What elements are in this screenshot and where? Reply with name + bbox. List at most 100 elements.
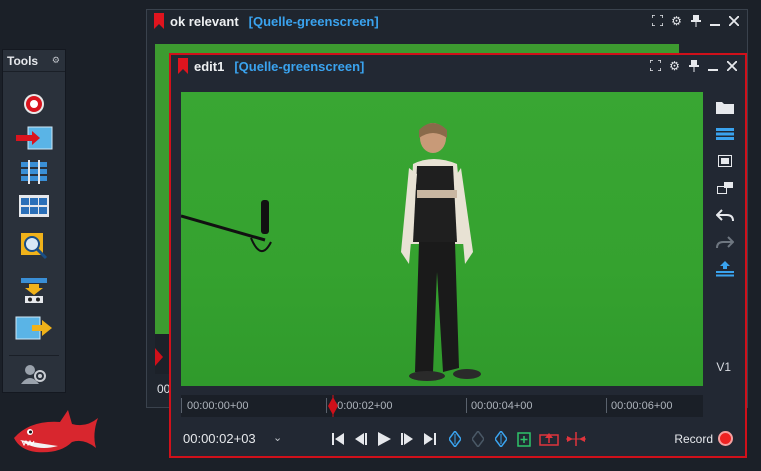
timeline-tick [466,398,467,413]
settings-tool-button[interactable] [3,358,65,390]
import-tool-button[interactable] [3,122,65,154]
fullscreen-icon[interactable] [650,13,665,28]
gear-icon[interactable]: ⚙ [669,13,684,28]
play-button[interactable] [375,430,393,448]
edit-window-source: [Quelle-greenscreen] [234,58,365,74]
back-window-titlebar[interactable]: ok relevant [Quelle-greenscreen] ⚙ [147,10,747,32]
skip-start-icon [332,433,344,445]
storyboard-icon [19,195,49,217]
search-icon [21,233,48,260]
add-clip-button[interactable] [515,430,533,448]
tracks-icon [716,127,734,140]
redo-button[interactable] [713,228,737,255]
back-window-source: [Quelle-greenscreen] [248,13,379,29]
chevron-down-icon[interactable]: ⌄ [273,431,282,444]
open-folder-button[interactable] [713,93,737,120]
upload-button[interactable] [713,255,737,282]
storyboard-tool-button[interactable] [3,190,65,222]
export-tool-button[interactable] [3,274,65,306]
extract-icon [566,432,586,446]
track-label: V1 [716,360,731,374]
fullscreen-icon[interactable] [648,58,663,73]
tools-panel: Tools ⚙ [2,49,66,393]
window-icon [718,154,732,167]
edit-window-title: edit1 [194,58,225,74]
folder-icon [716,101,734,114]
view-tools-sidebar [713,93,737,282]
import-icon [16,126,53,150]
lift-button[interactable] [538,430,560,448]
transport-controls [329,430,439,448]
record-label: Record [674,432,713,446]
pin-icon[interactable]: ⚙ [52,55,60,66]
timeline-tick [326,398,327,413]
tools-header: Tools ⚙ [3,50,65,72]
bookmark-icon [154,13,164,29]
edit-window[interactable]: edit1 [Quelle-greenscreen] ⚙ V1 00:00:00… [169,53,747,458]
timeline-tool-button[interactable] [3,156,65,188]
search-tool-button[interactable] [3,230,65,262]
step-back-icon [355,433,367,445]
gear-icon[interactable]: ⚙ [667,58,682,73]
minimize-icon[interactable] [705,58,720,73]
edit-window-titlebar[interactable]: edit1 [Quelle-greenscreen] ⚙ [171,55,745,77]
current-timecode[interactable]: 00:00:02+03 [183,431,256,446]
timeline-tick [181,398,182,413]
mark-out-button[interactable] [492,430,510,448]
mark-in-button[interactable] [446,430,464,448]
add-icon [517,432,531,447]
record-icon [24,94,44,114]
timeline-label: 00:00:02+00 [331,400,393,412]
timeline-ruler[interactable]: 00:00:00+00 00:00:02+00 00:00:04+00 00:0… [181,395,703,417]
mark-out-icon [495,431,507,447]
timeline-tick [606,398,607,413]
pip-mode-button[interactable] [713,174,737,201]
playback-bar: 00:00:02+03 ⌄ Record [171,427,745,451]
timeline-label: 00:00:00+00 [187,400,249,412]
timeline-label: 00:00:06+00 [611,400,673,412]
tools-divider [9,355,59,356]
mark-icon [472,431,484,447]
mark-button[interactable] [469,430,487,448]
output-icon [15,316,52,340]
pin-icon[interactable] [688,13,703,28]
play-icon [378,432,391,446]
record-tool-button[interactable] [3,88,65,120]
step-forward-button[interactable] [398,430,416,448]
step-forward-icon [401,433,413,445]
upload-icon [716,260,734,276]
extract-button[interactable] [565,430,587,448]
back-window-title: ok relevant [170,13,239,29]
undo-button[interactable] [713,201,737,228]
playhead[interactable] [328,395,338,417]
tracks-button[interactable] [713,120,737,147]
video-preview[interactable] [181,92,703,386]
export-icon [21,278,47,303]
greenscreen-scene [181,123,481,381]
skip-end-icon [424,433,436,445]
record-button[interactable] [718,431,733,446]
window-mode-button[interactable] [713,147,737,174]
back-playhead [155,348,163,366]
tools-title: Tools [7,53,39,68]
timeline-icon [21,160,47,184]
undo-icon [716,208,734,221]
settings-users-icon [21,365,46,384]
microphone-icon [261,200,269,234]
go-to-start-button[interactable] [329,430,347,448]
bookmark-icon [178,58,188,74]
close-icon[interactable] [724,58,739,73]
edit-tools [446,430,587,448]
output-tool-button[interactable] [3,312,65,344]
shark-logo-icon [14,410,98,453]
go-to-end-button[interactable] [421,430,439,448]
minimize-icon[interactable] [707,13,722,28]
pin-icon[interactable] [686,58,701,73]
redo-icon [716,235,734,248]
close-icon[interactable] [726,13,741,28]
timeline-label: 00:00:04+00 [471,400,533,412]
mark-in-icon [449,431,461,447]
picture-in-picture-icon [717,181,733,194]
step-back-button[interactable] [352,430,370,448]
lift-icon [539,433,559,446]
